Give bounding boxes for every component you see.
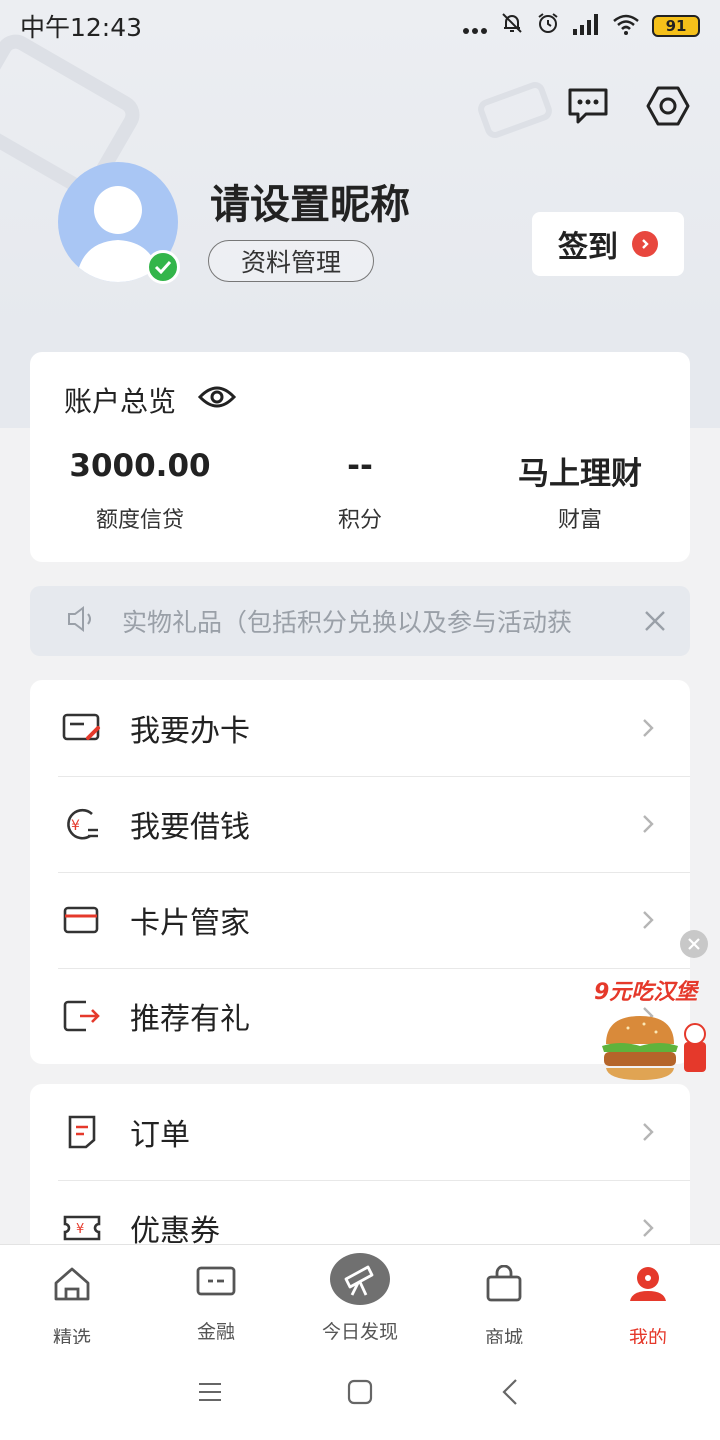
menu-item-borrow[interactable]: ¥ 我要借钱 (30, 776, 690, 872)
overview-value: -- (347, 448, 373, 484)
status-time: 中午12:43 (20, 13, 143, 42)
more-dots-icon (462, 12, 488, 41)
nickname[interactable]: 请设置昵称 (210, 172, 410, 230)
account-overview-card: 账户总览 3000.00 额度信贷 -- 积分 马上理财 财富 (30, 352, 690, 562)
tab-home[interactable]: 精选 (0, 1245, 144, 1349)
coupon-icon: ¥ (62, 1208, 102, 1248)
system-nav-bar (0, 1344, 720, 1440)
tab-finance[interactable]: 金融 (144, 1245, 288, 1344)
overview-wealth[interactable]: 马上理财 财富 (470, 448, 690, 534)
order-icon (62, 1112, 102, 1152)
burger-icon (602, 1016, 706, 1080)
chevron-right-icon (628, 718, 668, 738)
menu-icon[interactable] (190, 1372, 230, 1412)
menu-item-label: 我要借钱 (130, 810, 250, 845)
profile-icon (628, 1265, 668, 1303)
verified-badge (146, 250, 180, 284)
card-apply-icon (62, 708, 102, 748)
status-bar: 中午12:43 91 (0, 0, 720, 52)
settings-button[interactable] (646, 84, 690, 128)
ad-close-icon[interactable] (680, 930, 708, 958)
message-button[interactable] (566, 84, 610, 128)
overview-value: 马上理财 (518, 456, 642, 492)
settings-gear-icon (646, 86, 690, 126)
menu-item-apply-card[interactable]: 我要办卡 (30, 680, 690, 776)
bottom-tab-bar: 精选 金融 今日发现 商城 我的 (0, 1244, 720, 1349)
overview-label: 积分 (337, 508, 382, 533)
tab-label: 今日发现 (321, 1321, 398, 1343)
home-icon (52, 1265, 92, 1303)
telescope-icon (330, 1253, 390, 1305)
menu-item-label: 推荐有礼 (130, 1002, 250, 1037)
header-decoration (475, 79, 555, 141)
eye-icon[interactable] (197, 384, 237, 417)
card-manager-icon (62, 900, 102, 940)
mute-bell-icon (500, 11, 524, 41)
overview-points[interactable]: -- 积分 (250, 448, 470, 534)
speaker-icon (66, 605, 96, 637)
loan-icon: ¥ (62, 804, 102, 844)
home-square-icon[interactable] (340, 1372, 380, 1412)
profile-manage-button[interactable]: 资料管理 (208, 240, 374, 282)
share-icon (62, 996, 102, 1036)
chevron-right-icon (628, 1218, 668, 1238)
shop-icon (484, 1265, 524, 1303)
ad-text: 9元吃汉堡 (594, 980, 698, 1005)
tab-label: 金融 (196, 1321, 235, 1343)
finance-icon (196, 1265, 236, 1297)
back-icon[interactable] (490, 1372, 530, 1412)
overview-label: 财富 (557, 508, 602, 533)
signin-button[interactable]: 签到 (532, 212, 684, 276)
floating-ad[interactable]: 9元吃汉堡 (580, 930, 720, 1100)
overview-title: 账户总览 (64, 385, 177, 418)
overview-label: 额度信贷 (95, 508, 184, 533)
chevron-right-icon (628, 910, 668, 930)
tab-shop[interactable]: 商城 (432, 1245, 576, 1349)
overview-value: 3000.00 (69, 448, 211, 484)
menu-item-label: 订单 (130, 1118, 190, 1153)
check-icon (154, 260, 172, 274)
svg-text:¥: ¥ (71, 818, 80, 834)
chevron-right-icon (628, 814, 668, 834)
tab-discover[interactable]: 今日发现 (288, 1245, 432, 1344)
menu-item-label: 卡片管家 (130, 906, 250, 941)
alarm-icon (536, 11, 560, 41)
wifi-icon (612, 12, 640, 41)
arrow-right-icon (632, 231, 658, 257)
chevron-right-icon (628, 1122, 668, 1142)
signin-label: 签到 (558, 230, 618, 265)
menu-item-label: 我要办卡 (130, 714, 250, 749)
battery-indicator: 91 (652, 15, 700, 37)
notice-bar[interactable]: 实物礼品（包括积分兑换以及参与活动获 (30, 586, 690, 656)
close-icon[interactable] (640, 606, 670, 636)
tab-profile[interactable]: 我的 (576, 1245, 720, 1349)
signal-icon (572, 12, 600, 41)
overview-credit[interactable]: 3000.00 额度信贷 (30, 448, 250, 534)
message-icon (568, 88, 608, 124)
svg-text:¥: ¥ (76, 1222, 84, 1237)
notice-text: 实物礼品（包括积分兑换以及参与活动获 (122, 608, 573, 637)
